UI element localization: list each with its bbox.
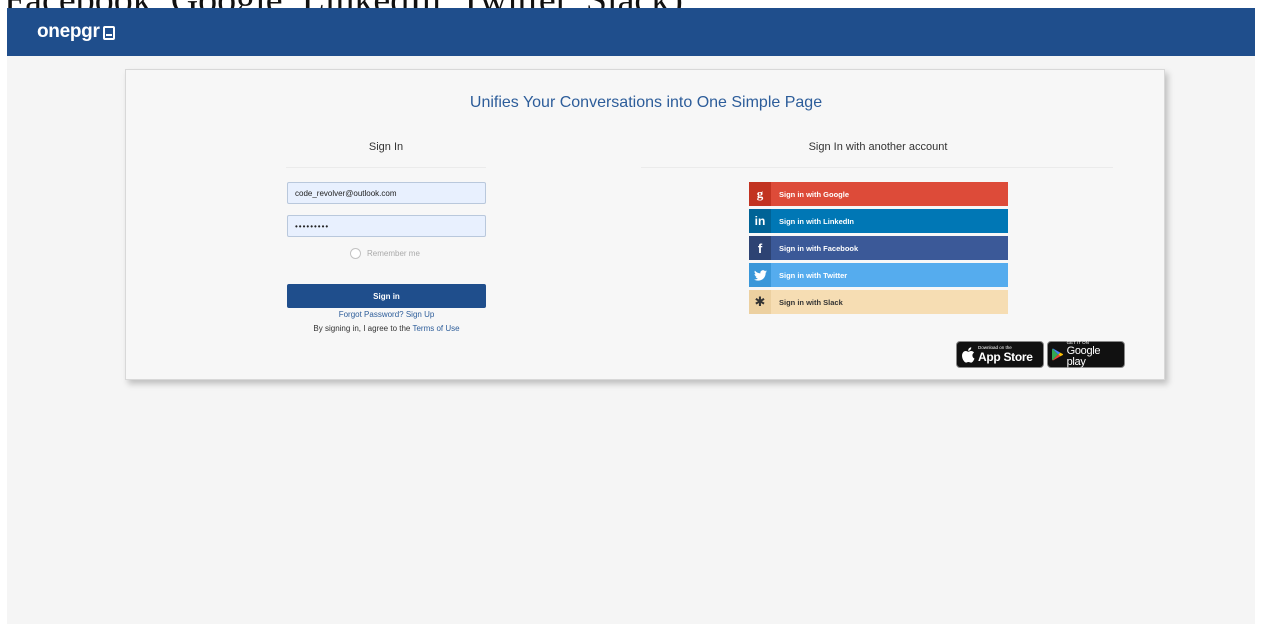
agree-text: By signing in, I agree to the [313,324,411,333]
terms-notice: By signing in, I agree to the Terms of U… [287,324,486,333]
divider [641,167,1113,168]
forgot-password-link[interactable]: Forgot Password? [339,310,404,319]
app-store-badge[interactable]: Download on the App Store [956,341,1044,368]
linkedin-signin-label: Sign in with LinkedIn [779,216,854,226]
slack-signin-label: Sign in with Slack [779,297,843,307]
slack-signin-button[interactable]: ✱ Sign in with Slack [749,290,1008,314]
linkedin-icon: in [749,209,771,233]
sign-in-title: Sign In [368,141,404,153]
facebook-signin-label: Sign in with Facebook [779,243,859,253]
linkedin-signin-button[interactable]: in Sign in with LinkedIn [749,209,1008,233]
google-play-text: Google play [1066,344,1101,368]
remember-me-radio[interactable] [350,248,361,259]
brand-logo[interactable]: onepgr [37,20,115,44]
facebook-icon: f [749,236,771,260]
apple-icon [962,346,975,363]
page-title: Unifies Your Conversations into One Simp… [469,94,823,111]
google-signin-button[interactable]: g Sign in with Google [749,182,1008,206]
app-window: onepgr Unifies Your Conversations into O… [7,8,1255,624]
login-card: Unifies Your Conversations into One Simp… [125,69,1165,380]
page-icon [102,25,115,40]
sign-up-link[interactable]: Sign Up [406,310,434,319]
slack-icon: ✱ [749,290,771,314]
facebook-signin-button[interactable]: f Sign in with Facebook [749,236,1008,260]
google-signin-label: Sign in with Google [779,189,849,199]
google-icon: g [749,182,771,206]
brand-name: onepgr [37,21,100,42]
top-navbar: onepgr [7,8,1255,56]
remember-me[interactable]: Remember me [350,248,420,259]
divider [286,167,486,168]
password-field[interactable] [287,215,486,237]
page-caption: Facebook, Google, LinkedIn, Twitter, Sla… [0,0,1261,8]
account-links: Forgot Password? Sign Up [287,310,486,319]
other-account-title: Sign In with another account [808,141,948,153]
terms-of-use-link[interactable]: Terms of Use [412,324,459,333]
twitter-signin-button[interactable]: Sign in with Twitter [749,263,1008,287]
app-store-text: App Store [978,349,1033,364]
email-field[interactable] [287,182,486,204]
twitter-icon [749,263,771,287]
google-play-icon [1052,348,1064,361]
sign-in-button[interactable]: Sign in [287,284,486,308]
google-play-badge[interactable]: GET IT ON Google play [1047,341,1125,368]
remember-me-label: Remember me [367,249,420,258]
twitter-signin-label: Sign in with Twitter [779,270,848,280]
